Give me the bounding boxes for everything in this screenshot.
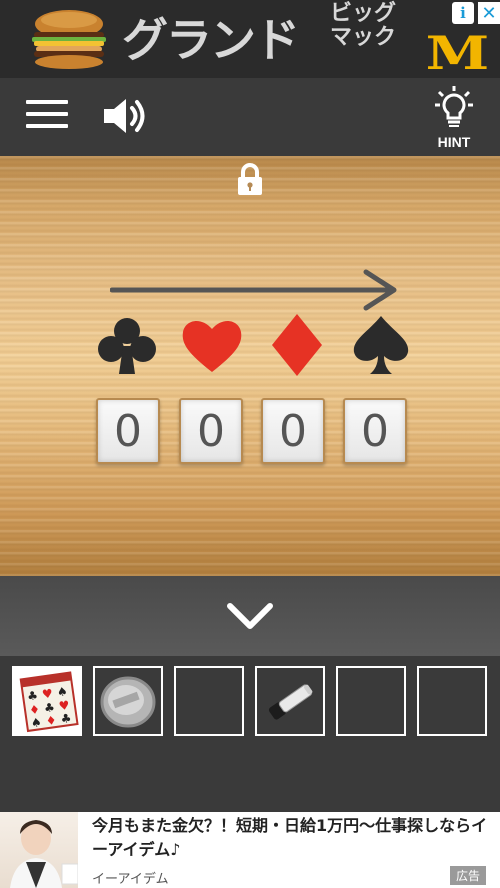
hint-button[interactable]: HINT bbox=[428, 84, 480, 152]
hamburger-menu-icon[interactable] bbox=[26, 100, 68, 132]
flashlight-item bbox=[268, 684, 313, 720]
right-arrow-icon bbox=[110, 269, 397, 311]
code-digit-3[interactable]: 0 bbox=[261, 398, 325, 464]
hint-label: HINT bbox=[437, 134, 471, 150]
ad-top-subline-1: ビッグ bbox=[330, 1, 397, 26]
ad-woman-photo bbox=[0, 812, 78, 888]
top-ad-banner[interactable]: グランド ビッグ マック M i ✕ bbox=[0, 0, 500, 78]
svg-text:♠: ♠ bbox=[30, 715, 43, 730]
svg-text:♦: ♦ bbox=[45, 713, 58, 728]
code-digit-4[interactable]: 0 bbox=[343, 398, 407, 464]
inventory-slot-4[interactable] bbox=[255, 666, 325, 736]
silver-coin-item bbox=[100, 676, 156, 728]
burger-image bbox=[32, 10, 106, 69]
inventory-slot-6[interactable] bbox=[417, 666, 487, 736]
club-icon bbox=[98, 318, 156, 374]
inventory-slot-1[interactable]: ♣ ♥ ♠ ♦ ♣ ♥ ♠ ♦ ♣ bbox=[12, 666, 82, 736]
wooden-puzzle-panel bbox=[0, 156, 500, 576]
speaker-icon[interactable] bbox=[102, 96, 150, 136]
ad-top-subline: ビッグ マック bbox=[330, 2, 396, 50]
code-digit-2[interactable]: 0 bbox=[179, 398, 243, 464]
inventory-slot-3[interactable] bbox=[174, 666, 244, 736]
padlock-icon bbox=[238, 163, 262, 195]
svg-text:♣: ♣ bbox=[26, 688, 39, 703]
ad-close-icon[interactable]: ✕ bbox=[478, 2, 500, 24]
lightbulb-icon bbox=[435, 86, 473, 127]
ad-top-subline-2: マック bbox=[330, 25, 397, 50]
diamond-icon bbox=[272, 314, 322, 376]
spade-icon bbox=[353, 316, 409, 374]
svg-text:♣: ♣ bbox=[60, 711, 73, 726]
svg-text:♥: ♥ bbox=[41, 686, 54, 701]
chevron-down-icon[interactable] bbox=[224, 598, 276, 634]
ad-info-icon[interactable]: i bbox=[452, 2, 474, 24]
inventory-slot-5[interactable] bbox=[336, 666, 406, 736]
ad-bottom-advertiser: イーアイデム bbox=[92, 872, 169, 887]
ad-info-symbol: i bbox=[460, 4, 466, 22]
ad-top-headline: グランド bbox=[122, 13, 300, 67]
heart-icon bbox=[182, 320, 242, 372]
ad-label-badge: 広告 bbox=[450, 866, 487, 885]
suit-card-grid-item: ♣ ♥ ♠ ♦ ♣ ♥ ♠ ♦ ♣ bbox=[14, 668, 80, 734]
inventory-slot-2[interactable] bbox=[93, 666, 163, 736]
code-digit-1[interactable]: 0 bbox=[96, 398, 160, 464]
svg-text:♠: ♠ bbox=[56, 684, 69, 699]
ad-bottom-headline[interactable]: 今月もまた金欠？！短期・日給1万円〜仕事探しならイーアイデム♪ bbox=[92, 814, 492, 862]
mcdonalds-logo: M bbox=[425, 26, 490, 78]
game-toolbar bbox=[0, 78, 500, 156]
